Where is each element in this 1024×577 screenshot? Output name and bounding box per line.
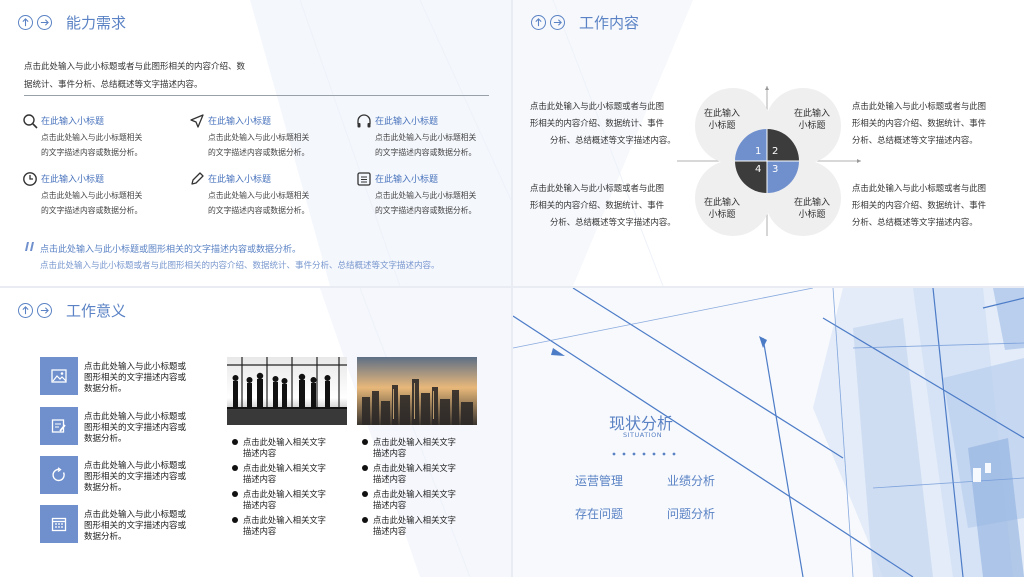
abstract-tech-background <box>513 288 1024 577</box>
item-desc: 点击此处输入与此小标题相关 <box>208 191 310 200</box>
refresh-icon <box>52 467 65 482</box>
item-desc: 的文字描述内容或数据分析。 <box>41 206 143 215</box>
intro-text-line-1: 点击此处输入与此小标题或者与此图形相关的内容介绍、数 <box>24 62 246 72</box>
feature-text: 点击此处输入与此小标题或 图形相关的文字描述内容或 数据分析。 <box>84 510 187 542</box>
item-desc: 点击此处输入与此小标题相关 <box>41 133 143 142</box>
description-line: 分析、总结概述等文字描述内容。 <box>852 135 978 145</box>
description-line: 分析、总结概述等文字描述内容。 <box>550 135 676 145</box>
bullet-item: 点击此处输入相关文字 描述内容 <box>232 515 326 536</box>
quadrant-label: 在此输入 小标题 <box>704 198 741 220</box>
item-desc: 的文字描述内容或数据分析。 <box>375 148 477 157</box>
bullet-item: 点击此处输入相关文字 描述内容 <box>362 489 456 510</box>
dot-divider <box>612 452 676 456</box>
item-desc: 的文字描述内容或数据分析。 <box>208 206 310 215</box>
description-line: 点击此处输入与此小标题或者与此图 <box>530 101 664 111</box>
quadrant-label: 在此输入 小标题 <box>704 109 741 131</box>
photo-silhouettes <box>227 357 347 425</box>
pencil-icon <box>191 172 204 185</box>
page-title: 工作内容 <box>579 13 640 32</box>
feature-block <box>40 407 78 445</box>
feature-block <box>40 505 78 543</box>
slide-work-content: 工作内容 点击此处输入与此小标题或者与此图 形相关的内容介绍、数据统计、事件 分… <box>513 0 1024 286</box>
edit-icon <box>51 419 66 433</box>
item-title: 在此输入小标题 <box>208 175 272 185</box>
bullet-item: 点击此处输入相关文字 描述内容 <box>362 437 456 458</box>
divider <box>24 95 489 96</box>
quadrant-number: 1 <box>755 146 762 157</box>
section-subtitle: SITUATION <box>623 431 663 439</box>
arrow-up-circle-icon <box>531 14 546 30</box>
quote-mark-icon <box>25 242 34 251</box>
quadrant-number: 4 <box>755 164 762 175</box>
arrow-up-circle-icon <box>18 302 33 318</box>
bullet-item: 点击此处输入相关文字 描述内容 <box>232 489 326 510</box>
quadrant-label: 在此输入 小标题 <box>794 198 831 220</box>
feature-text: 点击此处输入与此小标题或 图形相关的文字描述内容或 数据分析。 <box>84 362 187 394</box>
menu-item-problems[interactable]: 存在问题 <box>575 505 623 522</box>
arrow-right-circle-icon <box>37 14 52 30</box>
headphones-icon <box>357 114 371 128</box>
description-line: 点击此处输入与此小标题或者与此图 <box>852 101 986 111</box>
slide-header: 工作意义 <box>18 299 126 321</box>
menu-item-problem-analysis[interactable]: 问题分析 <box>667 505 715 522</box>
send-icon <box>190 114 204 128</box>
feature-block <box>40 357 78 395</box>
item-title: 在此输入小标题 <box>41 117 105 127</box>
description-line: 形相关的内容介绍、数据统计、事件 <box>530 118 664 128</box>
item-desc: 的文字描述内容或数据分析。 <box>208 148 310 157</box>
page-title: 工作意义 <box>66 301 127 320</box>
four-part-diagram <box>677 86 861 236</box>
item-desc: 的文字描述内容或数据分析。 <box>375 206 477 215</box>
image-icon <box>51 369 67 383</box>
description-line: 形相关的内容介绍、数据统计、事件 <box>852 200 986 210</box>
bullet-item: 点击此处输入相关文字 描述内容 <box>362 515 456 536</box>
item-title: 在此输入小标题 <box>208 117 272 127</box>
item-desc: 点击此处输入与此小标题相关 <box>41 191 143 200</box>
slide-header: 能力需求 <box>18 11 126 33</box>
slide-ability-requirements: 能力需求 点击此处输入与此小标题或者与此图形相关的内容介绍、数 据统计、事件分析… <box>0 0 511 286</box>
item-desc: 的文字描述内容或数据分析。 <box>41 148 143 157</box>
item-desc: 点击此处输入与此小标题相关 <box>375 191 477 200</box>
description-line: 形相关的内容介绍、数据统计、事件 <box>530 200 664 210</box>
menu-item-performance[interactable]: 业绩分析 <box>667 472 715 489</box>
description-line: 点击此处输入与此小标题或者与此图 <box>852 183 986 193</box>
item-title: 在此输入小标题 <box>375 117 439 127</box>
feature-text: 点击此处输入与此小标题或 图形相关的文字描述内容或 数据分析。 <box>84 412 187 444</box>
bullet-item: 点击此处输入相关文字 描述内容 <box>232 437 326 458</box>
description-line: 分析、总结概述等文字描述内容。 <box>550 217 676 227</box>
quote-text: 点击此处输入与此小标题或图形相关的文字描述内容或数据分析。 <box>40 245 302 255</box>
item-desc: 点击此处输入与此小标题相关 <box>375 133 477 142</box>
item-desc: 点击此处输入与此小标题相关 <box>208 133 310 142</box>
clock-icon <box>23 172 37 186</box>
arrow-right-circle-icon <box>37 302 52 318</box>
item-title: 在此输入小标题 <box>375 175 439 185</box>
description-line: 分析、总结概述等文字描述内容。 <box>852 217 978 227</box>
feature-text: 点击此处输入与此小标题或 图形相关的文字描述内容或 数据分析。 <box>84 461 187 493</box>
item-title: 在此输入小标题 <box>41 175 105 185</box>
intro-text-line-2: 据统计、事件分析、总结概述等文字描述内容。 <box>24 80 203 90</box>
quadrant-number: 3 <box>772 164 779 175</box>
slide-situation-analysis <box>513 288 1024 577</box>
description-line: 形相关的内容介绍、数据统计、事件 <box>852 118 986 128</box>
bullet-item: 点击此处输入相关文字 描述内容 <box>362 463 456 484</box>
photo-city-skyline <box>357 357 477 425</box>
menu-item-operations[interactable]: 运营管理 <box>575 472 623 489</box>
slide-header: 工作内容 <box>531 11 639 33</box>
quote-subtext: 点击此处输入与此小标题或者与此图形相关的内容介绍、数据统计、事件分析、总结概述等… <box>40 261 440 271</box>
quadrant-label: 在此输入 小标题 <box>794 109 831 131</box>
calendar-icon <box>51 517 67 532</box>
quadrant-number: 2 <box>772 146 779 157</box>
arrow-right-circle-icon <box>550 14 565 30</box>
document-icon <box>357 172 371 186</box>
page-title: 能力需求 <box>66 13 127 32</box>
bullet-item: 点击此处输入相关文字 描述内容 <box>232 463 326 484</box>
description-line: 点击此处输入与此小标题或者与此图 <box>530 183 664 193</box>
search-icon <box>23 114 38 129</box>
arrow-up-circle-icon <box>18 14 33 30</box>
feature-block <box>40 456 78 494</box>
